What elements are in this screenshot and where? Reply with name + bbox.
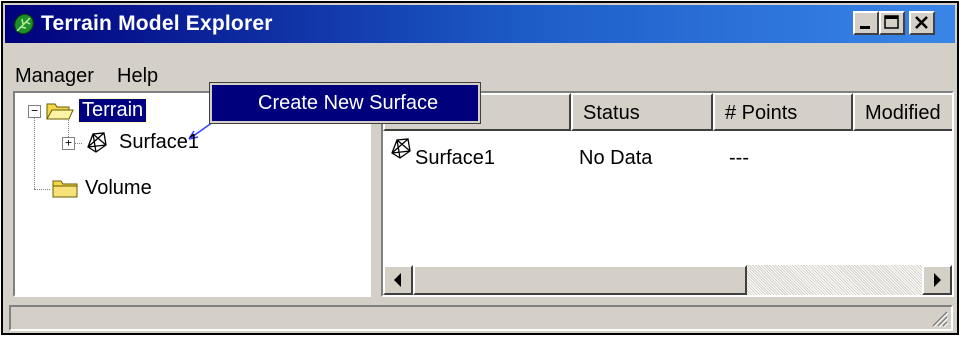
- arrow-left-icon: [394, 273, 401, 287]
- menu-bar: Manager Help: [5, 47, 955, 87]
- scroll-right-button[interactable]: [922, 265, 952, 295]
- close-icon: [915, 16, 928, 29]
- tree-connector: [34, 189, 50, 190]
- title-bar[interactable]: Terrain Model Explorer: [5, 5, 955, 43]
- scrollbar-thumb[interactable]: [413, 265, 747, 295]
- context-menu-create-new-surface[interactable]: Create New Surface: [209, 82, 481, 124]
- surface-mesh-icon: [87, 132, 107, 153]
- cell-status: No Data: [579, 147, 653, 169]
- size-grip-icon[interactable]: [929, 308, 949, 328]
- minimize-button[interactable]: [853, 11, 879, 35]
- arrow-right-icon: [934, 273, 941, 287]
- horizontal-scrollbar[interactable]: [383, 265, 952, 295]
- cell-name: Surface1: [415, 147, 496, 169]
- surface-mesh-icon: [391, 138, 411, 159]
- folder-closed-icon: [52, 180, 78, 198]
- tree-node-volume[interactable]: Volume: [85, 177, 152, 200]
- tree-connector: [34, 115, 35, 189]
- collapse-icon[interactable]: −: [28, 105, 41, 118]
- window-title: Terrain Model Explorer: [41, 12, 273, 35]
- close-button[interactable]: [909, 11, 935, 35]
- terrain-model-explorer-window: Terrain Model Explorer Manager Help − Te…: [1, 1, 959, 335]
- tree-node-terrain[interactable]: Terrain: [77, 98, 148, 123]
- tree-node-surface1[interactable]: Surface1: [119, 131, 199, 154]
- column-header-points[interactable]: # Points: [713, 93, 853, 131]
- maximize-icon: [884, 15, 899, 29]
- column-header-modified[interactable]: Modified: [853, 93, 952, 131]
- leaf-app-icon: [14, 13, 34, 35]
- column-header-status[interactable]: Status: [571, 93, 713, 131]
- menu-help[interactable]: Help: [117, 65, 158, 88]
- scroll-left-button[interactable]: [383, 265, 413, 295]
- folder-open-icon: [46, 103, 74, 120]
- cell-points: ---: [729, 147, 749, 169]
- status-bar: [9, 305, 953, 331]
- maximize-button[interactable]: [879, 11, 905, 35]
- expand-icon[interactable]: +: [62, 137, 75, 150]
- menu-manager[interactable]: Manager: [15, 65, 94, 88]
- minimize-icon: [860, 26, 870, 29]
